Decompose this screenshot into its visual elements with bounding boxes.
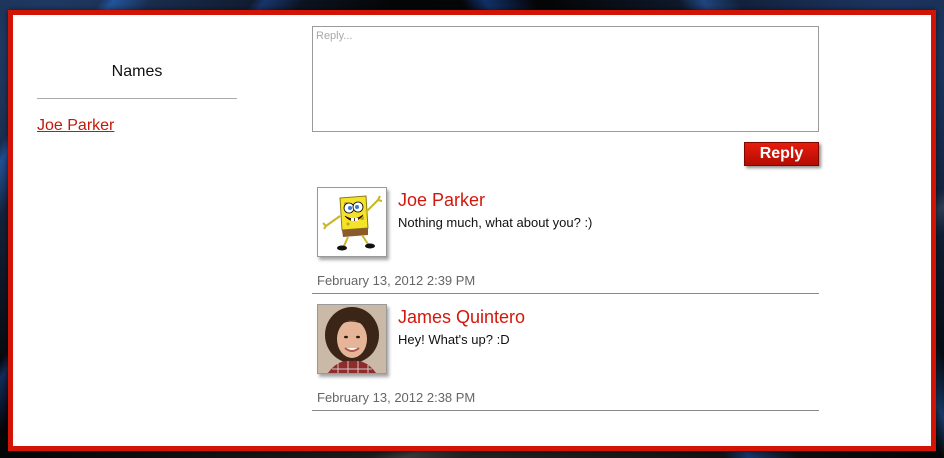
reply-actions: Reply — [312, 141, 819, 171]
comment-message: Nothing much, what about you? :) — [398, 215, 593, 230]
names-divider — [37, 98, 237, 99]
comment-item: Joe Parker Nothing much, what about you?… — [312, 187, 819, 294]
name-link-joe-parker[interactable]: Joe Parker — [37, 117, 114, 135]
comment-body: Joe Parker Nothing much, what about you?… — [312, 187, 819, 273]
cartoon-sponge-avatar-icon[interactable] — [317, 187, 387, 257]
comment-message: Hey! What's up? :D — [398, 332, 510, 347]
names-sidebar: Names Joe Parker — [37, 15, 237, 135]
conversation-column: Reply... Reply Joe Parker Nothing much, … — [312, 26, 819, 411]
content-panel: Names Joe Parker Reply... Reply Joe Park… — [8, 10, 936, 451]
names-heading: Names — [111, 63, 163, 80]
comment-item: James Quintero Hey! What's up? :D Februa… — [312, 304, 819, 411]
person-photo-avatar-icon[interactable] — [317, 304, 387, 374]
comment-timestamp: February 13, 2012 2:39 PM — [317, 273, 476, 288]
comment-body: James Quintero Hey! What's up? :D — [312, 304, 819, 390]
comment-author: Joe Parker — [398, 190, 486, 210]
comment-author: James Quintero — [398, 307, 526, 327]
reply-button[interactable]: Reply — [744, 142, 819, 166]
reply-input[interactable] — [312, 26, 819, 132]
comment-timestamp: February 13, 2012 2:38 PM — [317, 390, 476, 405]
comment-divider — [312, 410, 819, 411]
comment-divider — [312, 293, 819, 294]
